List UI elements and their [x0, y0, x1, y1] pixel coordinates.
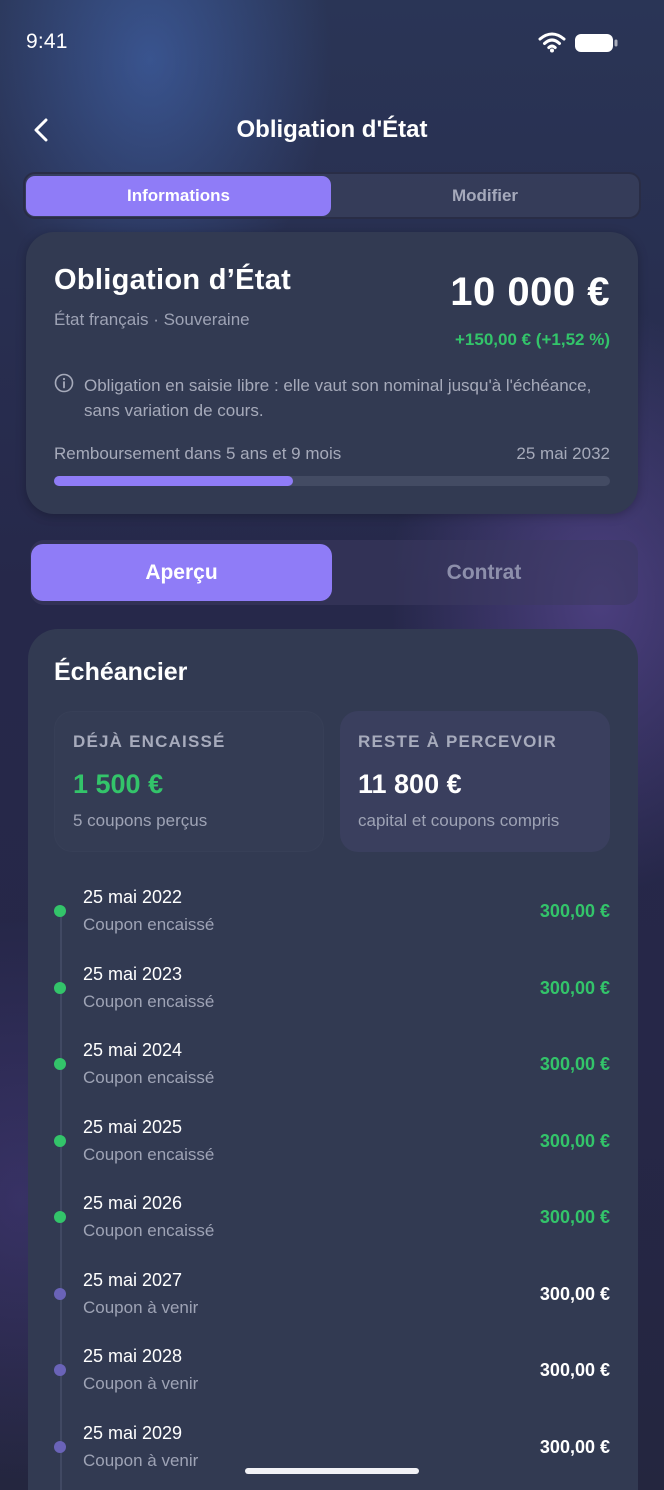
row-amount: 300,00 €: [539, 1436, 610, 1457]
collected-sub: 5 coupons perçus: [73, 811, 208, 830]
asset-subtitle: État français · Souveraine: [54, 310, 250, 329]
row-date: 25 mai 2022: [83, 887, 183, 907]
row-status: Coupon encaissé: [83, 991, 215, 1011]
table-row[interactable]: 25 mai 2025 Coupon encaissé 300,00 €: [0, 1103, 664, 1179]
paid-dot-icon: [54, 981, 66, 994]
row-date: 25 mai 2028: [83, 1346, 183, 1366]
wifi-icon: [538, 32, 566, 53]
row-status: Coupon encaissé: [83, 1068, 215, 1087]
row-date: 25 mai 2023: [83, 963, 183, 984]
maturity-date: 25 mai 2032: [516, 444, 610, 463]
remaining-value: 11 800 €: [358, 769, 462, 799]
asset-value: 10 000 €: [450, 270, 610, 314]
table-row[interactable]: 25 mai 2026 Coupon encaissé 300,00 €: [0, 1179, 664, 1255]
row-date: 25 mai 2027: [83, 1269, 183, 1290]
collected-box: DÉJÀ ENCAISSÉ 1 500 € 5 coupons perçus: [54, 711, 324, 852]
tab-apercu[interactable]: Aperçu: [31, 544, 332, 601]
upcoming-dot-icon: [54, 1440, 66, 1453]
paid-dot-icon: [54, 1058, 66, 1070]
table-row[interactable]: 25 mai 2028 Coupon à venir 300,00 €: [0, 1332, 664, 1408]
home-indicator: [245, 1468, 419, 1474]
row-amount: 300,00 €: [539, 977, 610, 998]
row-amount: 300,00 €: [539, 1207, 610, 1227]
row-status: Coupon encaissé: [83, 1221, 215, 1240]
paid-dot-icon: [54, 1211, 66, 1223]
row-status: Coupon à venir: [83, 1450, 199, 1470]
row-date: 25 mai 2026: [83, 1193, 183, 1213]
table-row[interactable]: 25 mai 2023 Coupon encaissé 300,00 €: [0, 950, 664, 1026]
row-amount: 300,00 €: [539, 1360, 610, 1380]
row-amount: 300,00 €: [539, 1054, 610, 1074]
row-date: 25 mai 2024: [83, 1040, 183, 1060]
asset-name: Obligation d’État: [54, 264, 292, 296]
table-row[interactable]: 25 mai 2027 Coupon à venir 300,00 €: [0, 1256, 664, 1332]
asset-change: +150,00 € (+1,52 %): [454, 330, 610, 349]
page-title: Obligation d'État: [236, 116, 428, 143]
row-date: 25 mai 2029: [83, 1422, 183, 1443]
remaining-sub: capital et coupons compris: [358, 811, 560, 830]
status-time: 9:41: [26, 30, 68, 53]
row-amount: 300,00 €: [539, 1130, 610, 1151]
remaining-box: RESTE À PERCEVOIR 11 800 € capital et co…: [340, 711, 610, 852]
table-row[interactable]: 25 mai 2022 Coupon encaissé 300,00 €: [0, 873, 664, 949]
row-status: Coupon encaissé: [83, 915, 215, 934]
row-status: Coupon à venir: [83, 1297, 199, 1317]
progress-fill: [54, 476, 294, 486]
row-amount: 300,00 €: [539, 1283, 610, 1304]
battery-icon: [575, 34, 618, 52]
table-row[interactable]: 25 mai 2024 Coupon encaissé 300,00 €: [0, 1026, 664, 1102]
row-status: Coupon encaissé: [83, 1144, 215, 1164]
upcoming-dot-icon: [54, 1364, 66, 1376]
row-status: Coupon à venir: [83, 1374, 199, 1393]
remaining-label: RESTE À PERCEVOIR: [358, 732, 557, 751]
collected-label: DÉJÀ ENCAISSÉ: [73, 732, 226, 751]
tab-modifier[interactable]: Modifier: [332, 176, 638, 216]
upcoming-dot-icon: [54, 1287, 66, 1300]
paid-dot-icon: [54, 1134, 66, 1147]
tab-informations[interactable]: Informations: [26, 176, 331, 216]
tab-contrat[interactable]: Contrat: [332, 544, 636, 601]
paid-dot-icon: [54, 905, 66, 917]
info-circle-icon: [54, 373, 74, 393]
repayment-label: Remboursement dans 5 ans et 9 mois: [54, 444, 342, 463]
collected-value: 1 500 €: [73, 769, 164, 799]
schedule-title: Échéancier: [54, 658, 188, 686]
row-date: 25 mai 2025: [83, 1116, 183, 1137]
info-text: Obligation en saisie libre : elle vaut s…: [84, 376, 592, 420]
row-amount: 300,00 €: [539, 901, 610, 921]
